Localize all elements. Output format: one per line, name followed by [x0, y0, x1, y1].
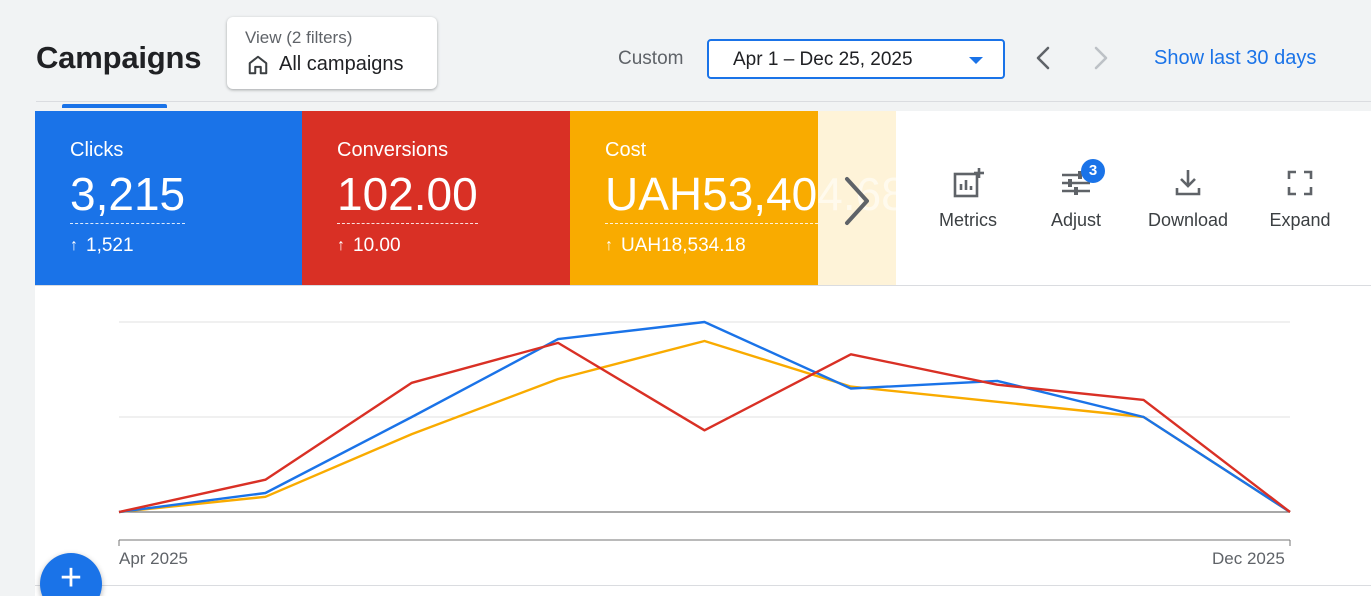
- arrow-up-icon: ↑: [605, 237, 613, 254]
- chevron-right-icon[interactable]: [835, 171, 879, 231]
- header-divider: [36, 101, 1371, 102]
- metric-label: Clicks: [70, 139, 124, 161]
- campaigns-page: Campaigns View (2 filters) All campaigns…: [0, 0, 1371, 596]
- metric-delta: ↑ 1,521: [70, 235, 134, 257]
- overview-panel: Clicks 3,215 ↑ 1,521 Conversions 102.00 …: [35, 111, 1371, 596]
- expand-button[interactable]: Expand: [1255, 166, 1345, 231]
- metrics-button-label: Metrics: [939, 210, 997, 230]
- download-button[interactable]: Download: [1143, 166, 1233, 231]
- active-tab-indicator: [62, 104, 167, 108]
- metric-value: 3,215: [70, 167, 186, 224]
- adjust-button[interactable]: 3 Adjust: [1031, 159, 1121, 231]
- view-main-label: All campaigns: [279, 53, 404, 75]
- page-title: Campaigns: [36, 40, 202, 75]
- chart-bottom-divider: [35, 585, 1371, 586]
- metric-value: UAH53,404: [605, 167, 818, 224]
- metric-card-cost[interactable]: Cost UAH53,404 ↑ UAH18,534.18: [570, 111, 818, 285]
- performance-line-chart: [118, 320, 1291, 546]
- date-range-type-label: Custom: [618, 48, 684, 69]
- series-line-conversions[interactable]: [118, 341, 1291, 514]
- arrow-up-icon: ↑: [337, 237, 345, 254]
- adjust-count-badge: 3: [1081, 159, 1105, 183]
- download-icon: [1175, 170, 1201, 196]
- metric-delta-value: UAH18,534.18: [621, 235, 746, 256]
- chevron-right-icon[interactable]: [1084, 42, 1116, 74]
- date-range-value: Apr 1 – Dec 25, 2025: [733, 49, 913, 70]
- metric-label: Conversions: [337, 139, 449, 161]
- metric-label: Cost: [605, 139, 647, 161]
- metric-card-conversions[interactable]: Conversions 102.00 ↑ 10.00: [302, 111, 570, 285]
- home-icon: [248, 55, 268, 74]
- metric-delta-value: 10.00: [353, 235, 401, 256]
- series-line-cost[interactable]: [118, 339, 1291, 514]
- view-filters-label: View (2 filters): [245, 28, 353, 47]
- x-axis-start-label: Apr 2025: [119, 549, 188, 568]
- expand-button-label: Expand: [1269, 210, 1331, 230]
- metric-card-clicks[interactable]: Clicks 3,215 ↑ 1,521: [35, 111, 302, 285]
- metric-delta-value: 1,521: [86, 235, 134, 256]
- add-chart-icon: [953, 168, 984, 198]
- metric-value: 102.00: [337, 167, 478, 224]
- x-axis-end-label: Dec 2025: [1212, 549, 1285, 568]
- view-selector[interactable]: View (2 filters) All campaigns: [227, 17, 437, 89]
- view-main-row: All campaigns: [247, 53, 404, 76]
- show-last-30-days-link[interactable]: Show last 30 days: [1154, 47, 1316, 70]
- caret-down-icon: [969, 57, 983, 64]
- date-range-picker[interactable]: Apr 1 – Dec 25, 2025: [707, 39, 1005, 79]
- metric-delta: ↑ 10.00: [337, 235, 401, 257]
- metrics-button[interactable]: Metrics: [923, 166, 1013, 231]
- fullscreen-icon: [1287, 170, 1313, 196]
- create-fab-button[interactable]: +: [40, 553, 102, 596]
- chevron-left-icon[interactable]: [1028, 42, 1060, 74]
- download-button-label: Download: [1147, 210, 1229, 230]
- arrow-up-icon: ↑: [70, 237, 78, 254]
- metric-delta: ↑ UAH18,534.18: [605, 235, 746, 257]
- plus-icon: +: [59, 557, 83, 596]
- adjust-button-label: Adjust: [1050, 210, 1102, 230]
